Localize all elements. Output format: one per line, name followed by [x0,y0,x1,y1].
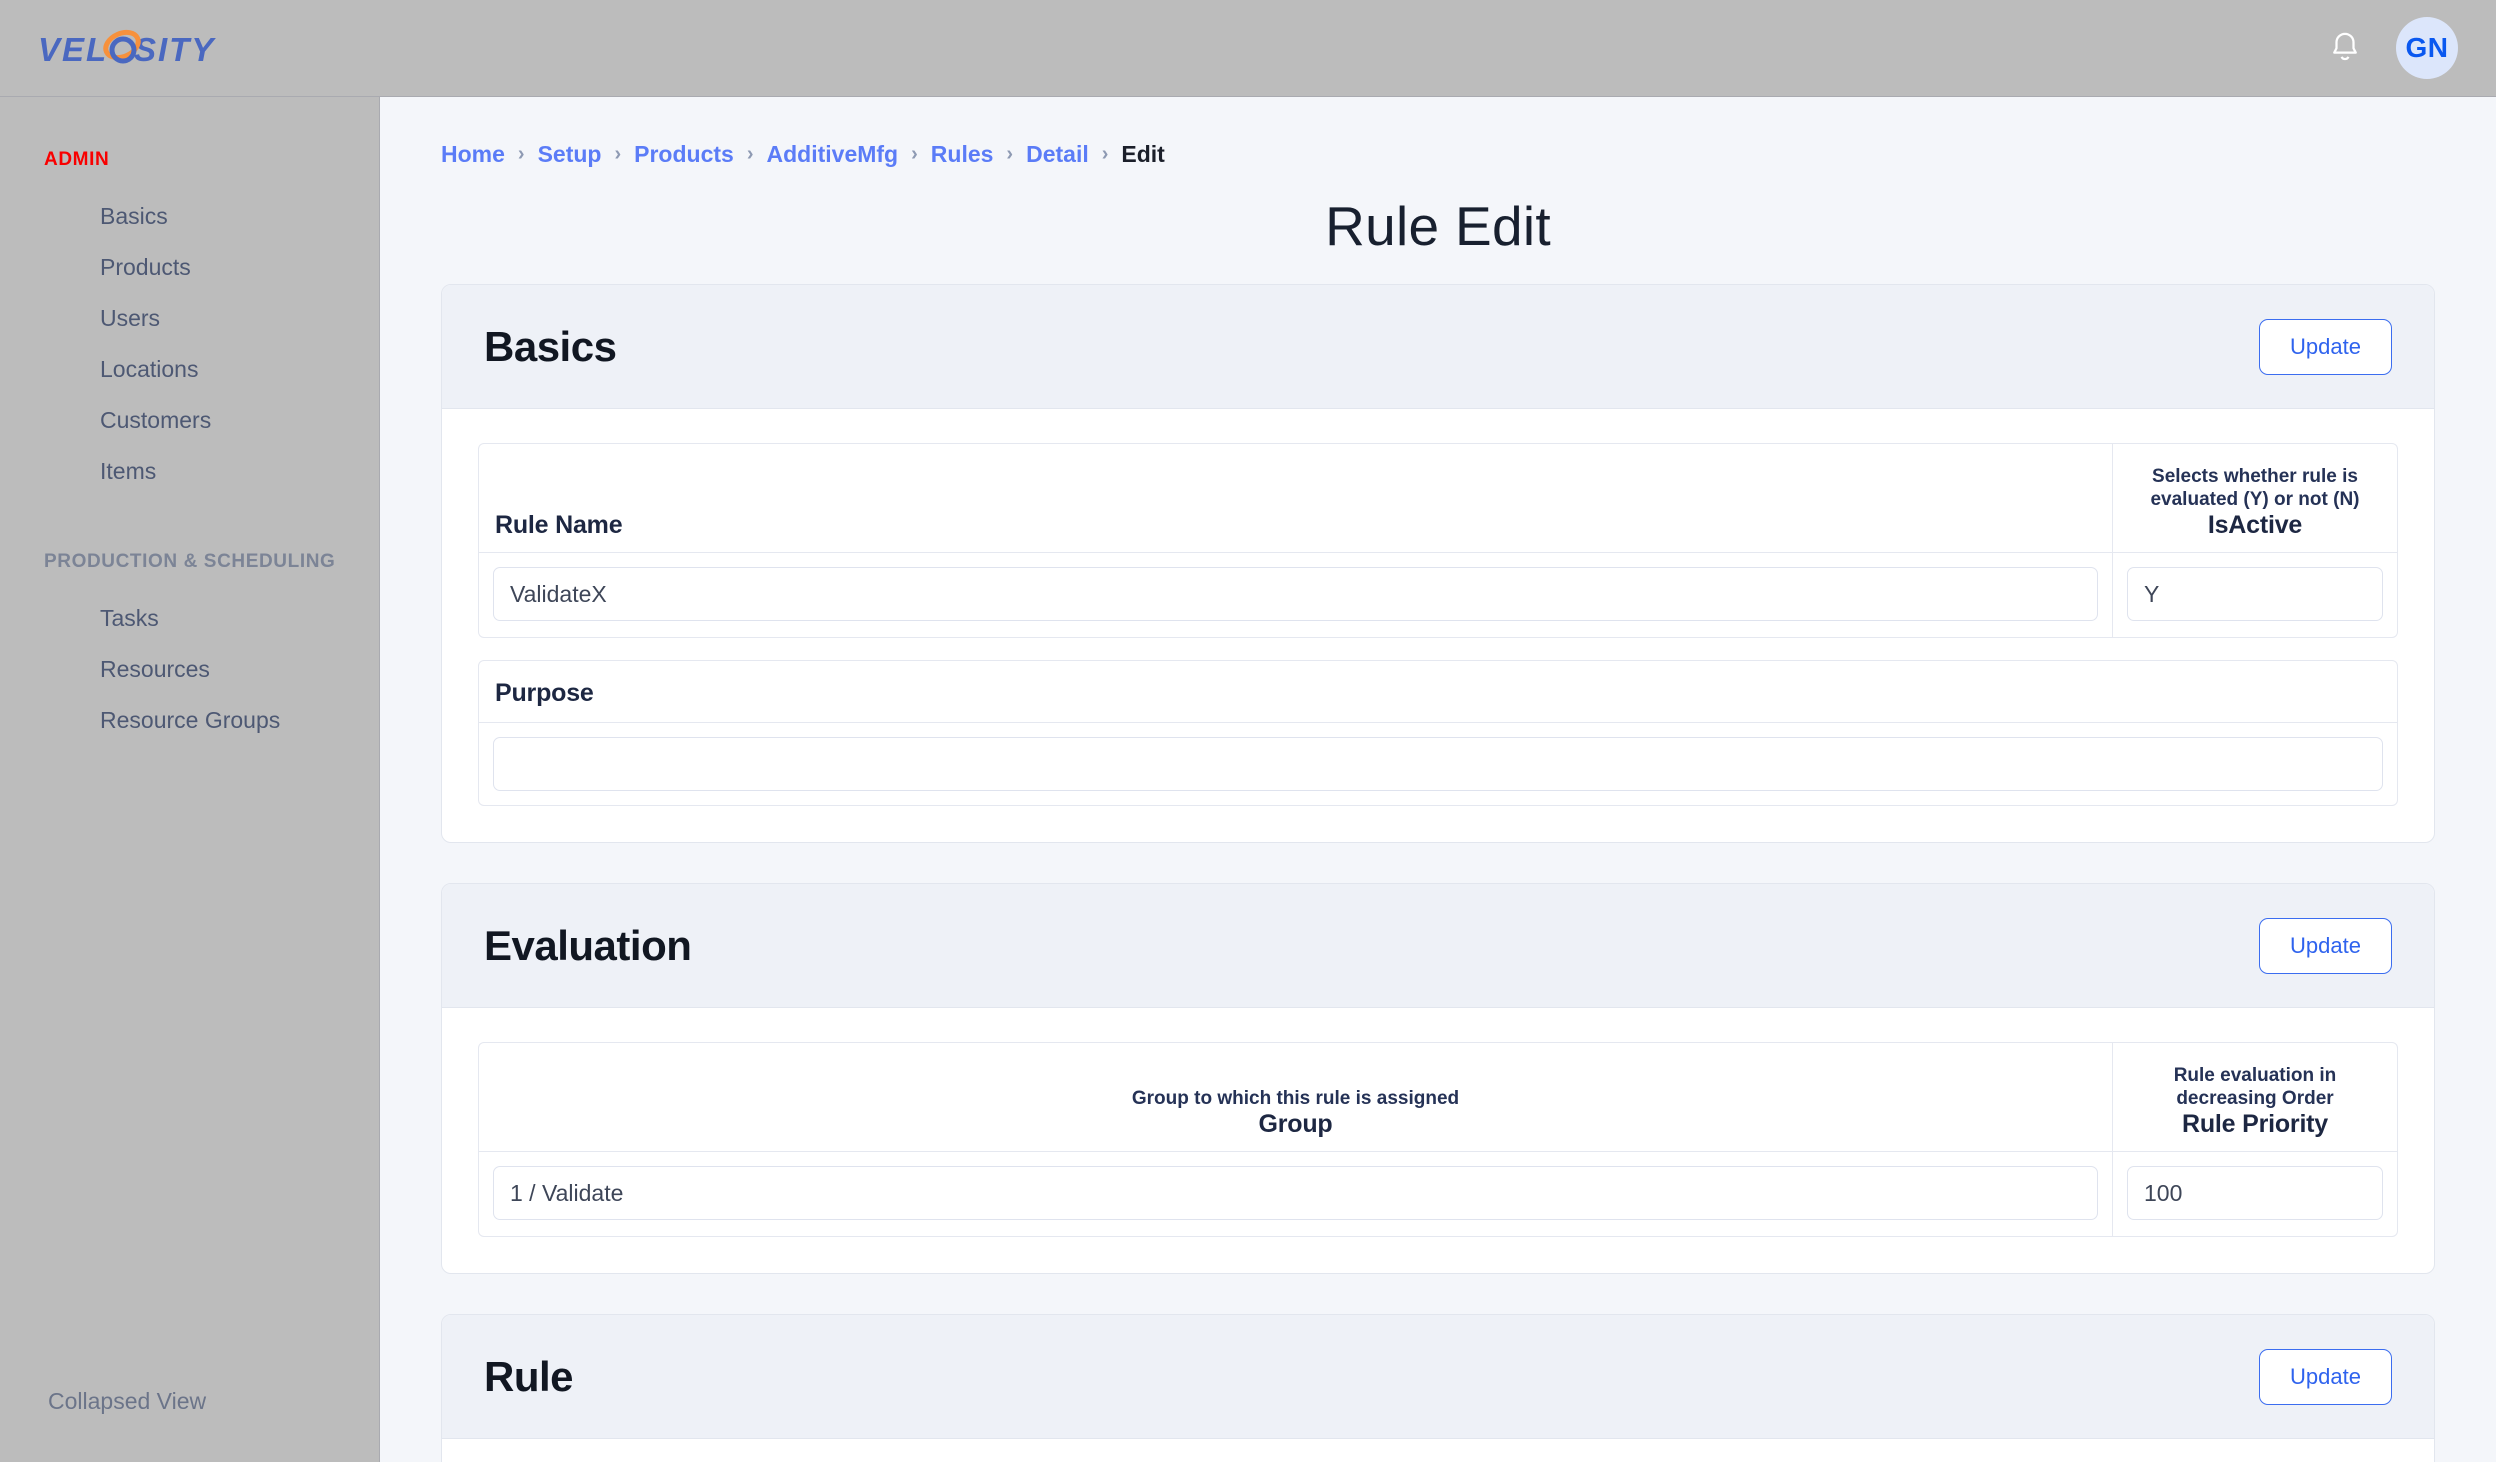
breadcrumb-item-setup[interactable]: Setup [538,141,602,168]
is-active-label-cell: Selects whether rule is evaluated (Y) or… [2112,444,2397,552]
group-hint: Group to which this rule is assigned [1131,1087,1460,1109]
sidebar-section-header: ADMIN [44,149,110,170]
sidebar-item-users[interactable]: Users [0,293,379,344]
sidebar-item-locations[interactable]: Locations [0,344,379,395]
purpose-input[interactable] [493,737,2383,791]
basics-label-row: Rule Name Selects whether rule is evalua… [479,444,2397,553]
sidebar-item-resources[interactable]: Resources [0,644,379,695]
rule-card-header: Rule Update [442,1315,2434,1439]
purpose-input-cell [479,723,2397,805]
rule-card-title: Rule [484,1352,574,1400]
evaluation-card-header: Evaluation Update [442,884,2434,1008]
is-active-input[interactable] [2127,567,2383,621]
bell-icon[interactable] [2328,29,2362,67]
svg-text:SITY: SITY [134,31,216,68]
breadcrumb-separator-icon: › [911,143,918,165]
evaluation-card-body: Group to which this rule is assigned Gro… [442,1008,2434,1273]
breadcrumb-item-products[interactable]: Products [634,141,734,168]
is-active-hint: Selects whether rule is evaluated (Y) or… [2150,465,2360,510]
evaluation-card: Evaluation Update Group to which this ru… [441,883,2435,1274]
top-bar: VEL SITY GN [0,0,2496,97]
breadcrumb: Home › Setup › Products › AdditiveMfg › Rules › De… [441,141,2496,168]
sidebar: ADMIN Basics Products Users Locations Custome… [0,97,380,1462]
is-active-input-cell [2112,553,2397,637]
rule-card-body: when var config = Configurator(); [442,1439,2434,1462]
rule-name-label-cell: Rule Name [479,444,2112,552]
breadcrumb-separator-icon: › [517,143,525,165]
breadcrumb-item-home[interactable]: Home [441,141,505,168]
sidebar-item-products[interactable]: Products [0,242,379,293]
rule-priority-hint: Rule evaluation in decreasing Order [2173,1064,2337,1109]
breadcrumb-separator-icon: › [1101,143,1109,165]
evaluation-field-table: Group to which this rule is assigned Gro… [478,1042,2398,1237]
avatar[interactable]: GN [2396,17,2458,79]
rule-name-input-cell [479,553,2112,637]
breadcrumb-item-edit: Edit [1121,141,1165,167]
basics-card-title: Basics [484,322,617,370]
sidebar-item-customers[interactable]: Customers [0,395,379,446]
basics-card-body: Rule Name Selects whether rule is evalua… [442,409,2434,842]
breadcrumb-separator-icon: › [614,143,622,165]
sidebar-item-tasks[interactable]: Tasks [0,593,379,644]
top-bar-actions: GN [2328,17,2458,79]
rule-update-button[interactable]: Update [2259,1348,2392,1405]
basics-field-table: Rule Name Selects whether rule is evalua… [478,443,2398,638]
evaluation-input-row [479,1152,2397,1236]
rule-card: Rule Update when var config = Configurat… [441,1314,2435,1462]
group-input-cell [479,1152,2112,1236]
sidebar-item-items[interactable]: Items [0,446,379,497]
purpose-field-table: Purpose [478,660,2398,806]
is-active-label: IsActive [2207,511,2303,539]
rule-priority-label: Rule Priority [2181,1110,2329,1138]
breadcrumb-item-detail[interactable]: Detail [1026,141,1089,168]
main-content: Home › Setup › Products › AdditiveMfg › Rules › De… [380,97,2496,1462]
rule-name-label: Rule Name [495,511,623,539]
basics-card: Basics Update Rule Name Selects whether … [441,284,2435,843]
group-label: Group [1258,1110,1333,1138]
evaluation-card-title: Evaluation [484,921,692,969]
breadcrumb-item-rules[interactable]: Rules [931,141,994,168]
basics-update-button[interactable]: Update [2259,318,2392,375]
evaluation-update-button[interactable]: Update [2259,917,2392,974]
breadcrumb-separator-icon: › [1006,143,1014,165]
rule-priority-label-cell: Rule evaluation in decreasing Order Rule… [2112,1043,2397,1151]
group-input[interactable] [493,1166,2098,1220]
avatar-initials: GN [2405,32,2449,63]
brand-logo[interactable]: VEL SITY [38,23,258,73]
breadcrumb-item-additivemfg[interactable]: AdditiveMfg [767,141,899,168]
breadcrumb-separator-icon: › [746,143,754,165]
basics-input-row [479,553,2397,637]
velosity-logo-icon: VEL SITY [38,29,216,68]
purpose-label-cell: Purpose [479,661,2397,723]
rule-name-input[interactable] [493,567,2098,621]
rule-priority-input[interactable] [2127,1166,2383,1220]
sidebar-section-header: PRODUCTION & SCHEDULING [44,551,336,572]
sidebar-item-basics[interactable]: Basics [0,191,379,242]
evaluation-label-row: Group to which this rule is assigned Gro… [479,1043,2397,1152]
sidebar-item-resource-groups[interactable]: Resource Groups [0,695,379,746]
collapsed-view-toggle[interactable]: Collapsed View [48,1388,206,1415]
group-label-cell: Group to which this rule is assigned Gro… [479,1043,2112,1151]
purpose-label: Purpose [495,679,594,707]
page-title: Rule Edit [1325,195,1551,257]
rule-priority-input-cell [2112,1152,2397,1236]
svg-text:VEL: VEL [38,31,108,68]
basics-card-header: Basics Update [442,285,2434,409]
sidebar-nav: ADMIN Basics Products Users Locations Custome… [0,149,379,746]
